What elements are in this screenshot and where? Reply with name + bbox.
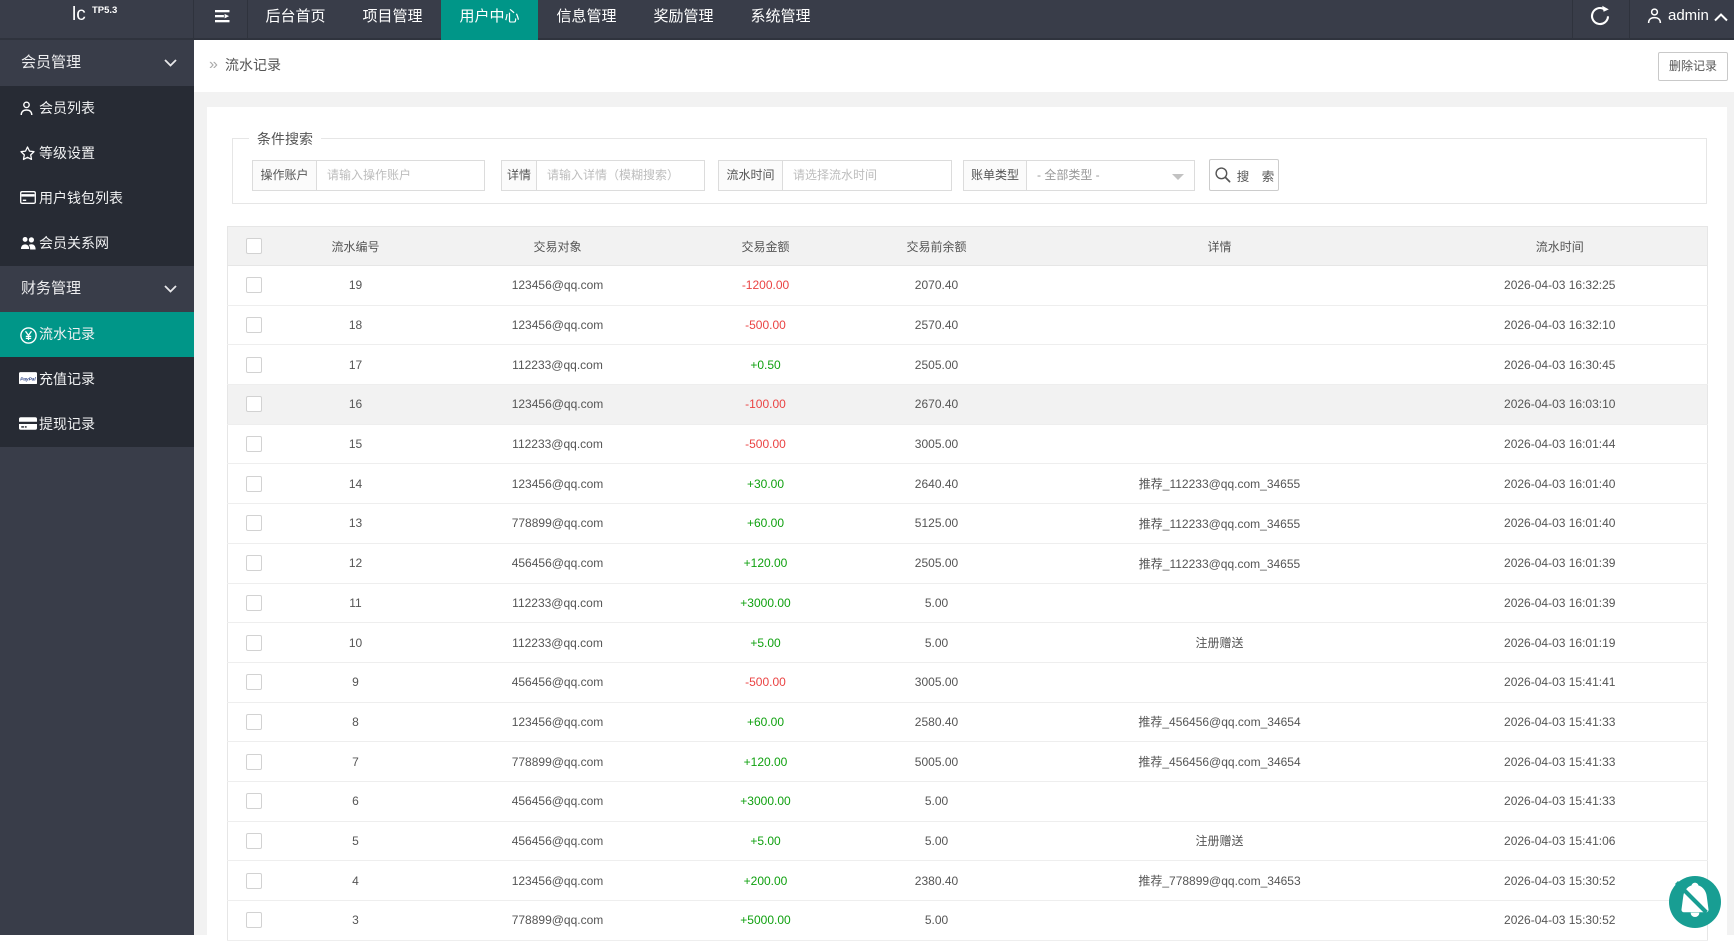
svg-text:PayPal: PayPal: [20, 376, 36, 382]
